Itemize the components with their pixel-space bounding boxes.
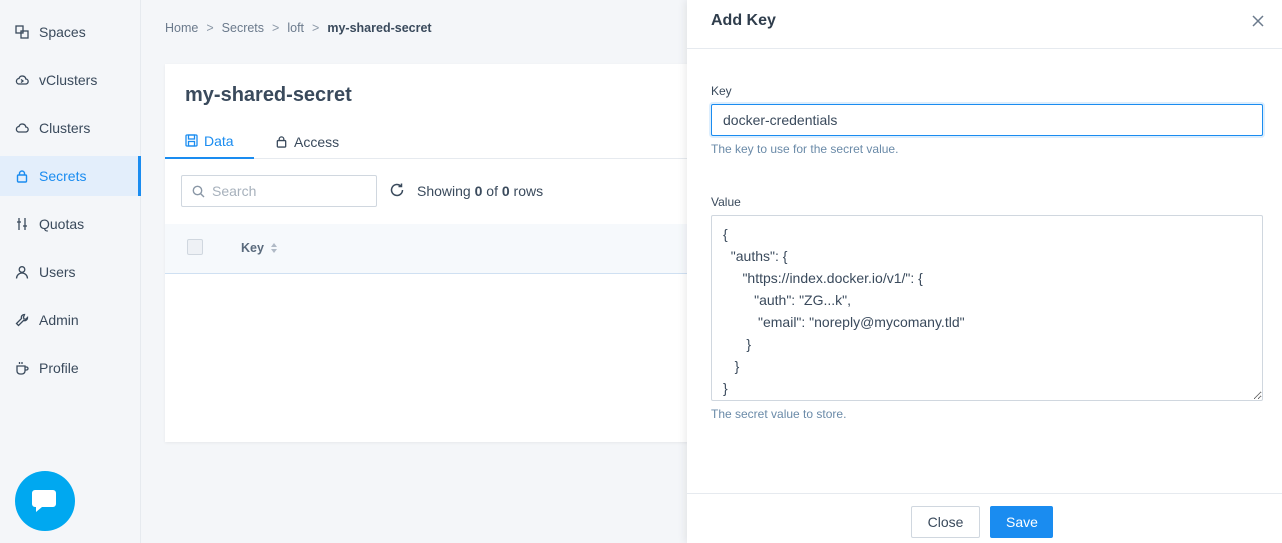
breadcrumb-loft[interactable]: loft	[287, 21, 304, 35]
user-icon	[15, 265, 29, 279]
search-input[interactable]	[212, 183, 362, 199]
value-hint: The secret value to store.	[711, 407, 847, 421]
tab-label: Access	[294, 133, 340, 150]
rows-info-suffix: rows	[513, 183, 544, 199]
breadcrumb-current: my-shared-secret	[327, 21, 432, 35]
breadcrumb-separator: >	[272, 21, 280, 35]
sidebar-item-label: Quotas	[39, 216, 85, 232]
sidebar-item-clusters[interactable]: Clusters	[0, 108, 141, 148]
rows-info: Showing 0 of 0 rows	[417, 183, 543, 199]
key-label: Key	[711, 84, 732, 98]
tab-data[interactable]: Data	[165, 124, 254, 159]
select-all-checkbox[interactable]	[187, 239, 203, 255]
refresh-icon[interactable]	[389, 182, 405, 198]
sidebar-item-label: Users	[39, 264, 76, 280]
sidebar-item-label: vClusters	[39, 72, 98, 88]
key-hint: The key to use for the secret value.	[711, 142, 899, 156]
close-button[interactable]: Close	[911, 506, 980, 538]
sidebar-item-users[interactable]: Users	[0, 252, 141, 292]
drawer-title: Add Key	[711, 12, 776, 29]
table-header: Key	[165, 224, 725, 274]
chat-button[interactable]	[15, 471, 75, 531]
column-header-key[interactable]: Key	[241, 241, 278, 255]
column-label: Key	[241, 241, 264, 255]
breadcrumb-home[interactable]: Home	[165, 21, 198, 35]
spaces-icon	[15, 25, 29, 39]
breadcrumb: Home > Secrets > loft > my-shared-secret	[165, 21, 432, 35]
cloud-icon	[15, 121, 29, 135]
sidebar-item-admin[interactable]: Admin	[0, 300, 141, 340]
lock-icon	[275, 135, 288, 148]
rows-info-prefix: Showing	[417, 183, 471, 199]
sidebar-item-label: Admin	[39, 312, 79, 328]
add-key-drawer: Add Key Key The key to use for the secre…	[687, 0, 1282, 543]
sidebar-item-vclusters[interactable]: vClusters	[0, 60, 141, 100]
sidebar-item-spaces[interactable]: Spaces	[0, 12, 141, 52]
page-title: my-shared-secret	[185, 84, 352, 106]
search-icon	[192, 185, 205, 198]
vclusters-icon	[15, 73, 29, 87]
save-button[interactable]: Save	[990, 506, 1053, 538]
value-label: Value	[711, 195, 741, 209]
sidebar-item-quotas[interactable]: Quotas	[0, 204, 141, 244]
sidebar-item-label: Secrets	[39, 168, 87, 184]
search-box	[181, 175, 377, 207]
sort-icon	[270, 242, 278, 254]
save-icon	[185, 134, 198, 147]
rows-info-of: of	[486, 183, 498, 199]
secret-card: my-shared-secret Data Access Showing 0 o…	[165, 64, 725, 442]
breadcrumb-separator: >	[312, 21, 320, 35]
sliders-icon	[15, 217, 29, 231]
drawer-header: Add Key	[687, 0, 1282, 49]
tab-label: Data	[204, 132, 234, 149]
sidebar-item-profile[interactable]: Profile	[0, 348, 141, 388]
sidebar-item-label: Spaces	[39, 24, 86, 40]
value-textarea[interactable]: { "auths": { "https://index.docker.io/v1…	[711, 215, 1263, 401]
sidebar-item-label: Profile	[39, 360, 79, 376]
wrench-icon	[15, 313, 29, 327]
tab-access[interactable]: Access	[275, 124, 339, 159]
sidebar-item-label: Clusters	[39, 120, 91, 136]
key-input[interactable]	[711, 104, 1263, 136]
tabs: Data Access	[165, 124, 725, 159]
breadcrumb-secrets[interactable]: Secrets	[222, 21, 264, 35]
drawer-footer: Close Save	[687, 493, 1282, 543]
lock-icon	[15, 169, 29, 183]
coffee-icon	[15, 361, 29, 375]
sidebar: Spaces vClusters Clusters Secrets Quotas…	[0, 0, 141, 543]
chat-icon	[30, 487, 60, 515]
rows-shown: 0	[474, 183, 483, 199]
breadcrumb-separator: >	[206, 21, 214, 35]
close-icon[interactable]	[1251, 14, 1265, 28]
rows-total: 0	[501, 183, 510, 199]
sidebar-item-secrets[interactable]: Secrets	[0, 156, 141, 196]
